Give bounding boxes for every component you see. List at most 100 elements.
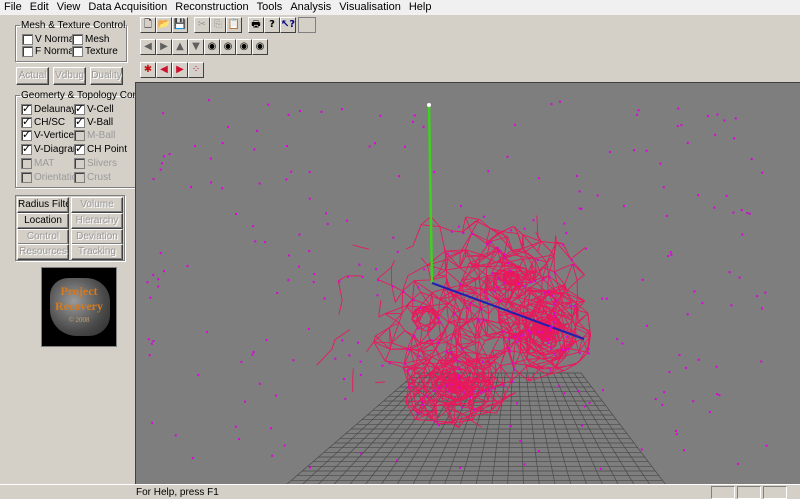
logo-text-line1: Project bbox=[60, 284, 98, 298]
menu-tools[interactable]: Tools bbox=[253, 0, 287, 15]
print-icon[interactable]: 🖶 bbox=[248, 17, 264, 33]
ch-sc-label: CH/SC bbox=[34, 117, 66, 128]
pan-left-icon[interactable]: ◉ bbox=[204, 39, 220, 55]
resources-button[interactable]: Resources bbox=[17, 244, 69, 260]
orientation-box bbox=[21, 172, 32, 183]
location-button[interactable]: Location bbox=[17, 213, 69, 229]
toolbar-empty-slot bbox=[298, 17, 316, 33]
menu-help[interactable]: Help bbox=[405, 0, 436, 15]
status-pane-cap bbox=[711, 486, 735, 499]
f-normals-box bbox=[22, 46, 33, 57]
mesh-wireframe bbox=[316, 215, 592, 429]
delaunay-box bbox=[21, 102, 32, 115]
v-ball-label: V-Ball bbox=[87, 117, 114, 128]
status-pane-num bbox=[737, 486, 761, 499]
crust-checkbox[interactable]: Crust bbox=[74, 172, 111, 183]
ch-point-box bbox=[74, 142, 85, 155]
m-ball-box bbox=[74, 130, 85, 141]
rotate-up-icon[interactable]: ▲ bbox=[172, 39, 188, 55]
logo-text-line2: Recovery bbox=[55, 299, 103, 313]
texture-checkbox[interactable]: Texture bbox=[72, 46, 118, 57]
scatter-points-icon[interactable]: ✱ bbox=[140, 62, 156, 78]
delaunay-checkbox[interactable]: Delaunay bbox=[21, 102, 77, 115]
pan-up-icon[interactable]: ◉ bbox=[236, 39, 252, 55]
application-window: File Edit View Data Acquisition Reconstr… bbox=[0, 0, 800, 499]
control-panel: Mesh & Texture Control V Norma Mesh F No… bbox=[0, 15, 154, 485]
project-recovery-logo: Project Recovery © 2008 bbox=[41, 267, 117, 347]
texture-label: Texture bbox=[85, 46, 118, 57]
cut-icon[interactable]: ✂ bbox=[194, 17, 210, 33]
hierarchy-button[interactable]: Hierarchy bbox=[71, 213, 123, 229]
step-forward-icon[interactable]: ▶ bbox=[172, 62, 188, 78]
v-ball-checkbox[interactable]: V-Ball bbox=[74, 115, 114, 128]
control-button[interactable]: Control bbox=[17, 229, 69, 245]
pan-right-icon[interactable]: ◉ bbox=[220, 39, 236, 55]
new-file-icon[interactable]: 🗋 bbox=[140, 17, 156, 33]
menu-view[interactable]: View bbox=[53, 0, 85, 15]
slivers-box bbox=[74, 158, 85, 169]
rotate-right-icon[interactable]: ▶ bbox=[156, 39, 172, 55]
v-cell-label: V-Cell bbox=[87, 104, 114, 115]
mesh-checkbox[interactable]: Mesh bbox=[72, 34, 109, 45]
v-cell-checkbox[interactable]: V-Cell bbox=[74, 102, 114, 115]
volume-button[interactable]: Volume bbox=[71, 197, 123, 213]
v-diagram-checkbox[interactable]: V-Diagram bbox=[21, 142, 81, 155]
v-normals-checkbox[interactable]: V Norma bbox=[22, 34, 74, 45]
pan-down-icon[interactable]: ◉ bbox=[252, 39, 268, 55]
mesh-box bbox=[72, 34, 83, 45]
save-icon[interactable]: 💾 bbox=[172, 17, 188, 33]
geometry-topology-group-title: Geomerty & Topology Control bbox=[21, 90, 152, 101]
actual-button[interactable]: Actual bbox=[16, 67, 49, 85]
v-vertices-label: V-Vertice bbox=[34, 130, 75, 141]
vdbug-button[interactable]: Vdbug bbox=[53, 67, 86, 85]
slivers-label: Slivers bbox=[87, 158, 118, 169]
menu-data-acquisition[interactable]: Data Acquisition bbox=[84, 0, 171, 15]
mesh-label: Mesh bbox=[85, 34, 110, 45]
crust-box bbox=[74, 172, 85, 183]
step-back-icon[interactable]: ◀ bbox=[156, 62, 172, 78]
menu-edit[interactable]: Edit bbox=[26, 0, 53, 15]
m-ball-label: M-Ball bbox=[87, 130, 116, 141]
status-bar: For Help, press F1 bbox=[0, 484, 800, 499]
cluster-icon[interactable]: ⁘ bbox=[188, 62, 204, 78]
menu-reconstruction[interactable]: Reconstruction bbox=[171, 0, 252, 15]
action-toolbar: ✱ ◀ ▶ ⁘ bbox=[140, 62, 204, 80]
standard-toolbar: 🗋 📂 💾 ✂ ⎘ 📋 🖶 ? ↖? bbox=[140, 17, 316, 37]
radius-filter-button[interactable]: Radius Filter bbox=[17, 197, 69, 213]
v-normals-label: V Norma bbox=[35, 34, 75, 45]
ch-point-checkbox[interactable]: CH Point bbox=[74, 142, 127, 155]
mat-checkbox[interactable]: MAT bbox=[21, 158, 54, 169]
open-folder-icon[interactable]: 📂 bbox=[156, 17, 172, 33]
3d-viewport[interactable] bbox=[135, 82, 800, 484]
menu-visualisation[interactable]: Visualisation bbox=[335, 0, 405, 15]
rotate-left-icon[interactable]: ◀ bbox=[140, 39, 156, 55]
ch-sc-checkbox[interactable]: CH/SC bbox=[21, 115, 66, 128]
deviation-button[interactable]: Deviation bbox=[71, 229, 123, 245]
menu-bar: File Edit View Data Acquisition Reconstr… bbox=[0, 0, 800, 15]
logo-text-line3: © 2008 bbox=[68, 316, 90, 324]
slivers-checkbox[interactable]: Slivers bbox=[74, 158, 117, 169]
paste-icon[interactable]: 📋 bbox=[226, 17, 242, 33]
v-vertices-checkbox[interactable]: V-Vertice bbox=[21, 128, 75, 141]
duality-button[interactable]: Duality bbox=[90, 67, 123, 85]
mesh-texture-group-title: Mesh & Texture Control bbox=[21, 20, 126, 31]
point-cloud bbox=[146, 99, 768, 470]
rotate-down-icon[interactable]: ▼ bbox=[188, 39, 204, 55]
texture-box bbox=[72, 46, 83, 57]
about-icon[interactable]: ? bbox=[264, 17, 280, 33]
m-ball-checkbox[interactable]: M-Ball bbox=[74, 130, 115, 141]
tracking-button[interactable]: Tracking bbox=[71, 244, 123, 260]
context-help-icon[interactable]: ↖? bbox=[280, 17, 296, 33]
menu-file[interactable]: File bbox=[0, 0, 26, 15]
mat-box bbox=[21, 158, 32, 169]
ch-sc-box bbox=[21, 115, 32, 128]
navigation-toolbar: ◀ ▶ ▲ ▼ ◉ ◉ ◉ ◉ bbox=[140, 39, 268, 59]
v-normals-box bbox=[22, 34, 33, 45]
copy-icon[interactable]: ⎘ bbox=[210, 17, 226, 33]
v-cell-box bbox=[74, 102, 85, 115]
delaunay-label: Delaunay bbox=[34, 104, 77, 115]
v-diagram-box bbox=[21, 142, 32, 155]
menu-analysis[interactable]: Analysis bbox=[286, 0, 335, 15]
mat-label: MAT bbox=[34, 158, 55, 169]
v-vertices-box bbox=[21, 128, 32, 141]
